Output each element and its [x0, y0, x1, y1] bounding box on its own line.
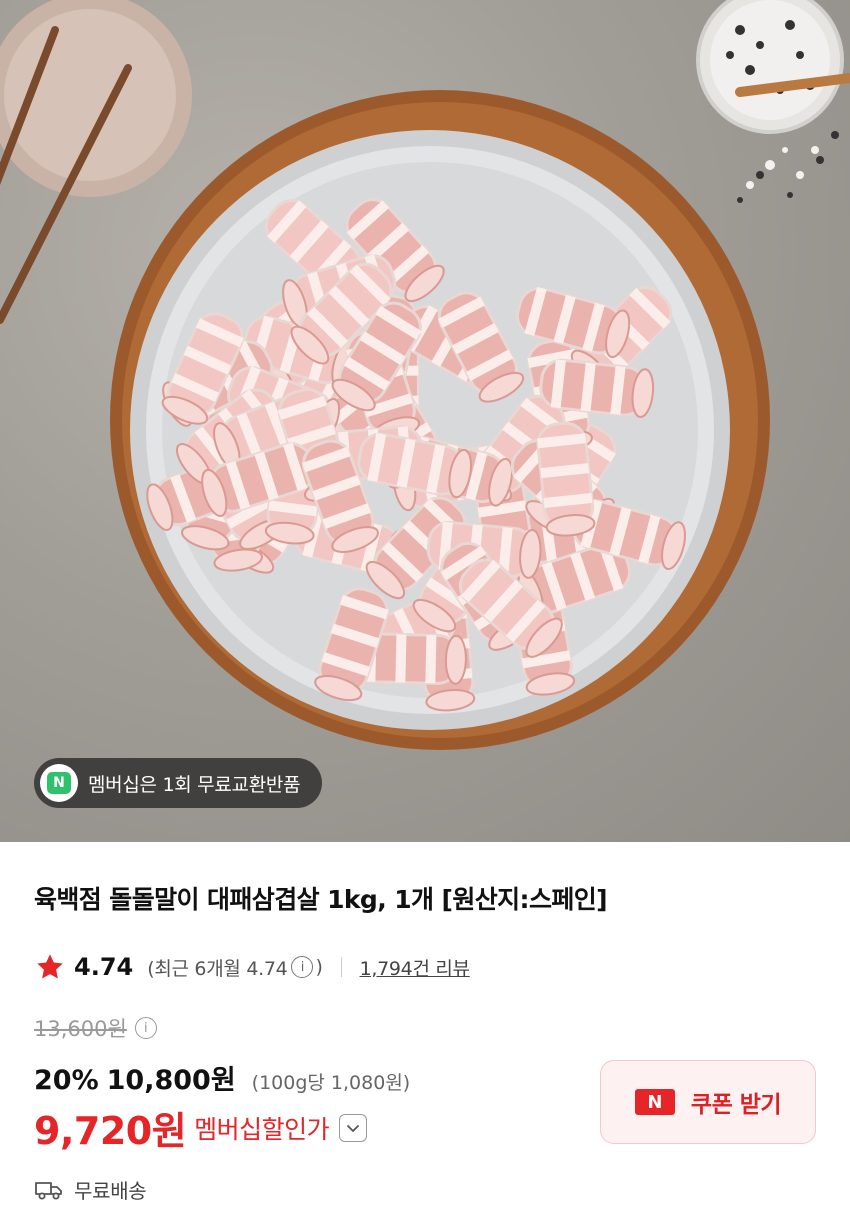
original-price: 13,600원	[34, 1017, 127, 1041]
shipping-label: 무료배송	[74, 1179, 147, 1203]
info-icon[interactable]: i	[291, 956, 314, 978]
price-info-icon[interactable]: i	[134, 1017, 157, 1039]
divider	[340, 957, 342, 977]
star-icon	[37, 954, 63, 979]
coupon-icon: N	[634, 1089, 675, 1115]
review-count-link[interactable]: 1,794건 리뷰	[360, 954, 470, 981]
membership-return-badge: N 멤버십은 1회 무료교환반품	[34, 758, 323, 808]
sale-price-row: 20% 10,800원 (100g당 1,080원)	[34, 1058, 410, 1097]
membership-icon: N	[40, 764, 78, 802]
recent-rating: (최근 6개월 4.74 i )	[147, 954, 323, 981]
member-price-label: 멤버십할인가	[194, 1114, 330, 1144]
coupon-button-label: 쿠폰 받기	[690, 1092, 782, 1118]
membership-badge-text: 멤버십은 1회 무료교환반품	[88, 773, 301, 796]
member-price: 9,720원	[34, 1109, 187, 1153]
recent-rating-text: (최근 6개월 4.74	[147, 957, 288, 980]
product-photo-illustration	[0, 0, 850, 750]
sale-price: 10,800원	[106, 1065, 236, 1096]
discount-rate: 20%	[34, 1065, 99, 1096]
unit-price: (100g당 1,080원)	[251, 1072, 411, 1094]
rating-row: 4.74 (최근 6개월 4.74 i ) 1,794건 리뷰	[34, 950, 470, 984]
get-coupon-button[interactable]: N 쿠폰 받기	[600, 1060, 816, 1144]
truck-icon	[35, 1181, 62, 1199]
product-image[interactable]: N 멤버십은 1회 무료교환반품	[0, 0, 850, 842]
original-price-row: 13,600원 i	[34, 1013, 159, 1043]
member-price-toggle[interactable]	[339, 1113, 368, 1142]
product-title: 육백점 돌돌말이 대패삼겹살 1kg, 1개 [원산지:스페인]	[34, 885, 608, 914]
rating-value: 4.74	[74, 953, 134, 981]
recent-rating-close: )	[315, 956, 323, 978]
member-price-row: 9,720원 멤버십할인가	[34, 1100, 368, 1155]
chevron-down-icon	[347, 1124, 360, 1132]
shipping-row: 무료배송	[34, 1175, 147, 1204]
